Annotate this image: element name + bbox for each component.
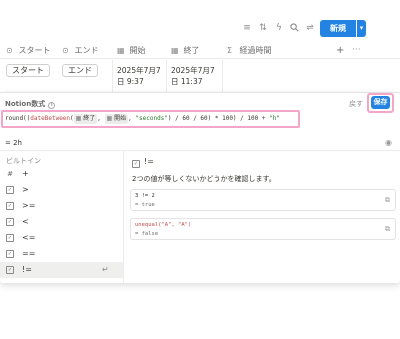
column-header-start-date[interactable]: ▦ 開始	[117, 42, 146, 59]
checkbox-icon: ✓	[6, 218, 14, 226]
sort-icon[interactable]: ⇅	[258, 23, 268, 33]
view-toolbar: ≡ ⇅ ϟ ⇌ 新規 ▾	[0, 18, 400, 38]
column-header-end[interactable]: ⊙ エンド	[62, 42, 99, 59]
list-item-neq[interactable]: ✓ != ↵	[0, 262, 123, 278]
calendar-icon: ▦	[75, 115, 82, 122]
section-label-builtin: ビルトイン	[6, 157, 41, 165]
copy-icon[interactable]: ⧉	[385, 196, 390, 205]
info-icon[interactable]: i	[48, 102, 56, 109]
detail-title: ✓ !=	[132, 157, 154, 168]
calendar-icon: ▦	[117, 46, 125, 55]
column-header-elapsed[interactable]: Σ 経過時間	[227, 42, 272, 59]
calendar-icon: ▦	[171, 46, 179, 55]
formula-editor: Notion数式 i 戻す 保存 round((dateBetween(▦ 終了,…	[0, 93, 400, 283]
list-item-lt[interactable]: ✓ <	[0, 214, 123, 230]
search-icon[interactable]	[289, 23, 299, 33]
property-chip-start[interactable]: ▦ 開始	[104, 114, 129, 124]
end-button[interactable]: エンド	[62, 64, 98, 77]
checkbox-icon: ✓	[6, 250, 14, 258]
new-dropdown-chevron-icon[interactable]: ▾	[357, 20, 366, 37]
button-icon: ⊙	[62, 46, 69, 55]
checkbox-icon: ✓	[132, 160, 140, 168]
filter-icon[interactable]: ≡	[242, 23, 252, 33]
column-header-end-date[interactable]: ▦ 終了	[171, 42, 200, 59]
column-header-start[interactable]: ⊙ スタート	[6, 42, 51, 59]
function-detail: ✓ != 2つの値が等しくないかどうかを確認します。 3 != 2 = true …	[126, 151, 400, 283]
start-date-cell[interactable]: 2025年7月7 日 9:37	[117, 65, 169, 87]
formula-input[interactable]: round((dateBetween(▦ 終了, ▦ 開始, "seconds"…	[5, 114, 280, 124]
checkbox-icon: ✓	[6, 202, 14, 210]
enter-icon: ↵	[102, 265, 109, 274]
detail-description: 2つの値が等しくないかどうかを確認します。	[132, 175, 276, 183]
table-header: ⊙ スタート ⊙ エンド ▦ 開始 ▦ 終了 Σ 経過時間 + ···	[0, 42, 400, 59]
start-button[interactable]: スタート	[6, 64, 50, 77]
checkbox-icon: ✓	[6, 266, 14, 274]
calendar-icon: ▦	[106, 115, 113, 122]
settings-icon[interactable]: ⇌	[305, 23, 315, 33]
list-item-plus[interactable]: # +	[0, 166, 123, 182]
example-card: 3 != 2 = true ⧉	[130, 189, 396, 211]
function-list: ビルトイン # + ✓ > ✓ >= ✓ < ✓ <= ✓ == ✓ != ↵	[0, 151, 124, 283]
checkbox-icon: ✓	[6, 234, 14, 242]
property-chip-end[interactable]: ▦ 終了	[73, 114, 98, 124]
checkbox-icon: ✓	[6, 186, 14, 194]
table-row: スタート エンド 2025年7月7 日 9:37 2025年7月7 日 11:3…	[0, 60, 400, 93]
list-item-eq[interactable]: ✓ ==	[0, 246, 123, 262]
list-item-lte[interactable]: ✓ <=	[0, 230, 123, 246]
revert-button[interactable]: 戻す	[349, 99, 363, 109]
more-icon[interactable]: ···	[352, 42, 361, 59]
eye-icon[interactable]: ◉	[385, 138, 392, 147]
add-column-icon[interactable]: +	[336, 42, 344, 59]
list-item-gt[interactable]: ✓ >	[0, 182, 123, 198]
number-icon: #	[7, 170, 13, 178]
automation-icon[interactable]: ϟ	[274, 23, 284, 33]
button-icon: ⊙	[6, 46, 13, 55]
save-button[interactable]: 保存	[371, 96, 390, 109]
end-date-cell[interactable]: 2025年7月7 日 11:37	[171, 65, 223, 87]
copy-icon[interactable]: ⧉	[385, 225, 390, 234]
sigma-icon: Σ	[227, 46, 233, 55]
formula-editor-title: Notion数式 i	[5, 99, 56, 109]
list-item-gte[interactable]: ✓ >=	[0, 198, 123, 214]
formula-result: = 2h	[5, 139, 22, 147]
new-button[interactable]: 新規	[320, 20, 356, 37]
example-card: unequal("A", "A") = false ⧉	[130, 218, 396, 240]
